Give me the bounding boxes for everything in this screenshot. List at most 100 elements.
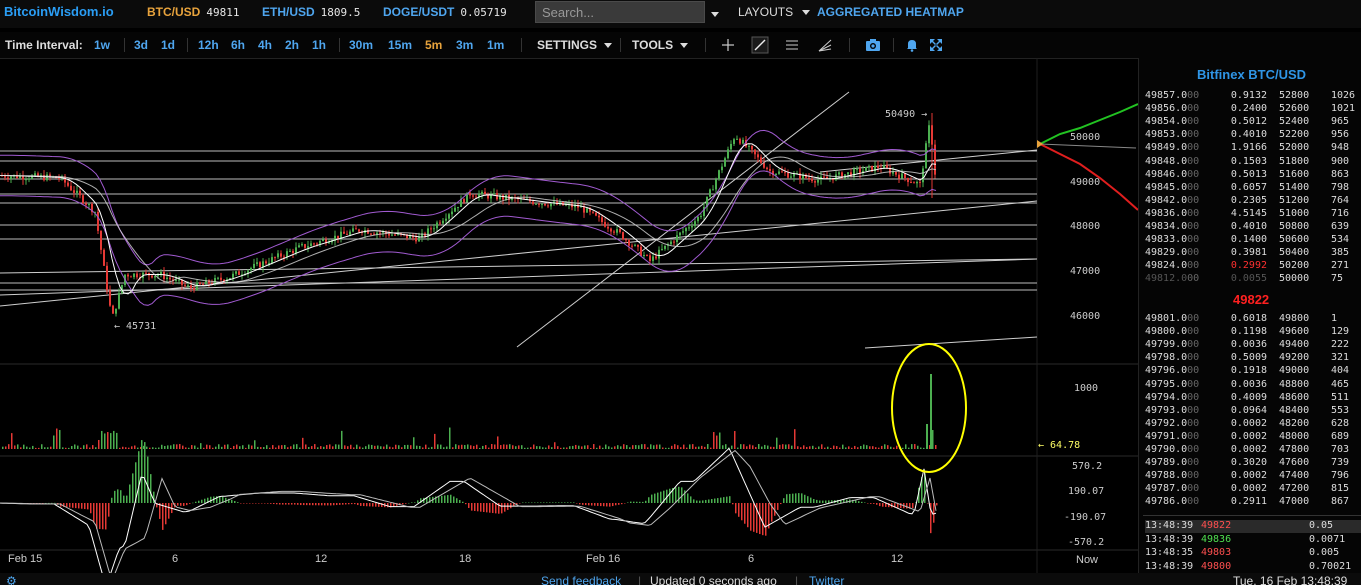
order-amount: 0.5009 [1230, 352, 1267, 364]
bell-icon[interactable] [903, 36, 921, 54]
bid-row[interactable]: 49798.0 00 0.5009 49200 321 [1145, 352, 1361, 365]
fibonacci-icon[interactable] [816, 36, 834, 54]
ticker-doge[interactable]: DOGE/USDT 0.05719 [383, 5, 507, 19]
bid-row[interactable]: 49801.0 00 0.6018 49800 1 [1145, 313, 1361, 326]
layouts-menu[interactable]: LAYOUTS [738, 5, 811, 19]
bid-row[interactable]: 49796.0 00 0.1918 49000 404 [1145, 365, 1361, 378]
ask-row[interactable]: 49812.0 00 0.0055 50000 75 [1145, 273, 1361, 286]
order-price: 49853.0 00 [1145, 129, 1200, 141]
interval-2h[interactable]: 2h [285, 38, 299, 52]
volume-bar [878, 447, 880, 449]
candle-body [418, 236, 420, 242]
ask-row[interactable]: 49833.0 00 0.1400 50600 534 [1145, 234, 1361, 247]
line-draw-icon[interactable] [751, 36, 769, 54]
ask-row[interactable]: 49834.0 00 0.4010 50800 639 [1145, 221, 1361, 234]
divider [893, 38, 894, 52]
volume-bar [95, 447, 97, 449]
ask-row[interactable]: 49824.0 00 0.2992 50200 271 [1145, 260, 1361, 273]
ask-row[interactable]: 49836.0 00 4.5145 51000 716 [1145, 208, 1361, 221]
settings-menu[interactable]: SETTINGS [537, 38, 613, 52]
order-price: 49856.0 00 [1145, 103, 1200, 115]
send-feedback-link[interactable]: Send feedback [541, 574, 621, 585]
bid-row[interactable]: 49795.0 00 0.0036 48800 465 [1145, 379, 1361, 392]
macd-histogram-bar [627, 502, 629, 503]
interval-1h[interactable]: 1h [312, 38, 326, 52]
volume-bar [743, 444, 745, 449]
candle-body [733, 139, 735, 144]
candle-body [649, 255, 651, 261]
price-chart[interactable]: 50000 49000 48000 47000 46000 50490 → ← … [0, 58, 1138, 573]
volume-bar [101, 430, 103, 449]
interval-30m[interactable]: 30m [349, 38, 373, 52]
ask-row[interactable]: 49842.0 00 0.2305 51200 764 [1145, 195, 1361, 208]
interval-6h[interactable]: 6h [231, 38, 245, 52]
twitter-link[interactable]: Twitter [809, 574, 844, 585]
volume-bar [641, 444, 643, 449]
search-dropdown-caret[interactable] [711, 7, 719, 21]
bid-row[interactable]: 49786.0 00 0.2911 47000 867 [1145, 496, 1361, 509]
bid-row[interactable]: 49793.0 00 0.0964 48400 553 [1145, 405, 1361, 418]
macd-histogram-bar [69, 503, 71, 508]
macd-histogram-bar [333, 503, 335, 506]
interval-3m[interactable]: 3m [456, 38, 473, 52]
ticker-eth[interactable]: ETH/USD 1809.5 [262, 5, 360, 19]
bid-row[interactable]: 49800.0 00 0.1198 49600 129 [1145, 326, 1361, 339]
interval-5m[interactable]: 5m [425, 38, 442, 52]
site-logo[interactable]: BitcoinWisdom.io [4, 4, 114, 19]
horizontal-lines-icon[interactable] [783, 36, 801, 54]
camera-icon[interactable] [864, 36, 882, 54]
macd-histogram-bar [168, 503, 170, 519]
fullscreen-icon[interactable] [927, 36, 945, 54]
bid-row[interactable]: 49790.0 00 0.0002 47800 703 [1145, 444, 1361, 457]
macd-histogram-bar [567, 502, 569, 503]
candle-body [868, 165, 870, 168]
macd-histogram-bar [321, 503, 323, 506]
macd-histogram-bar [297, 503, 299, 505]
candle-body [463, 198, 465, 203]
interval-1w[interactable]: 1w [94, 38, 110, 52]
interval-4h[interactable]: 4h [258, 38, 272, 52]
interval-1d[interactable]: 1d [161, 38, 175, 52]
ticker-btc[interactable]: BTC/USD 49811 [147, 5, 239, 19]
current-datetime: Tue, 16 Feb 13:48:39 [1233, 574, 1348, 585]
order-book-title[interactable]: Bitfinex BTC/USD [1197, 67, 1306, 82]
interval-15m[interactable]: 15m [388, 38, 412, 52]
order-amount: 0.0002 [1230, 417, 1267, 429]
ask-row[interactable]: 49849.0 00 1.9166 52000 948 [1145, 142, 1361, 155]
ask-row[interactable]: 49848.0 00 0.1503 51800 900 [1145, 156, 1361, 169]
ask-row[interactable]: 49845.0 00 0.6057 51400 798 [1145, 182, 1361, 195]
interval-3d[interactable]: 3d [134, 38, 148, 52]
crosshair-icon[interactable] [719, 36, 737, 54]
macd-histogram-bar [765, 503, 767, 536]
order-price: 49801.0 00 [1145, 313, 1200, 324]
macd-histogram-bar [351, 503, 353, 505]
bid-row[interactable]: 49787.0 00 0.0002 47200 815 [1145, 483, 1361, 496]
aggregated-heatmap-link[interactable]: AGGREGATED HEATMAP [817, 5, 964, 19]
macd-histogram-bar [759, 503, 761, 535]
ask-row[interactable]: 49854.0 00 0.5012 52400 965 [1145, 116, 1361, 129]
candle-body [391, 234, 393, 236]
settings-gear-icon[interactable]: ⚙ [6, 574, 17, 585]
candle-body [163, 272, 165, 280]
bid-row[interactable]: 49791.0 00 0.0002 48000 689 [1145, 431, 1361, 444]
volume-bar [794, 429, 796, 449]
macd-histogram-bar [255, 503, 257, 504]
ask-row[interactable]: 49853.0 00 0.4010 52200 956 [1145, 129, 1361, 142]
bid-row[interactable]: 49788.0 00 0.0002 47400 796 [1145, 470, 1361, 483]
bid-row[interactable]: 49789.0 00 0.3020 47600 739 [1145, 457, 1361, 470]
ask-row[interactable]: 49857.0 00 0.9132 52800 1026 [1145, 90, 1361, 103]
bid-row[interactable]: 49794.0 00 0.4009 48600 511 [1145, 392, 1361, 405]
interval-1m[interactable]: 1m [487, 38, 504, 52]
tools-menu[interactable]: TOOLS [632, 38, 689, 52]
ask-row[interactable]: 49829.0 00 0.3981 50400 385 [1145, 247, 1361, 260]
search-input[interactable] [535, 1, 705, 23]
bid-row[interactable]: 49799.0 00 0.0036 49400 222 [1145, 339, 1361, 352]
ask-row[interactable]: 49846.0 00 0.5013 51600 863 [1145, 169, 1361, 182]
ask-row[interactable]: 49856.0 00 0.2400 52600 1021 [1145, 103, 1361, 116]
order-amount: 0.2400 [1230, 103, 1267, 115]
macd-histogram-bar [492, 503, 494, 514]
interval-12h[interactable]: 12h [198, 38, 219, 52]
volume-bar [332, 446, 334, 449]
volume-bar [923, 447, 925, 449]
bid-row[interactable]: 49792.0 00 0.0002 48200 628 [1145, 418, 1361, 431]
